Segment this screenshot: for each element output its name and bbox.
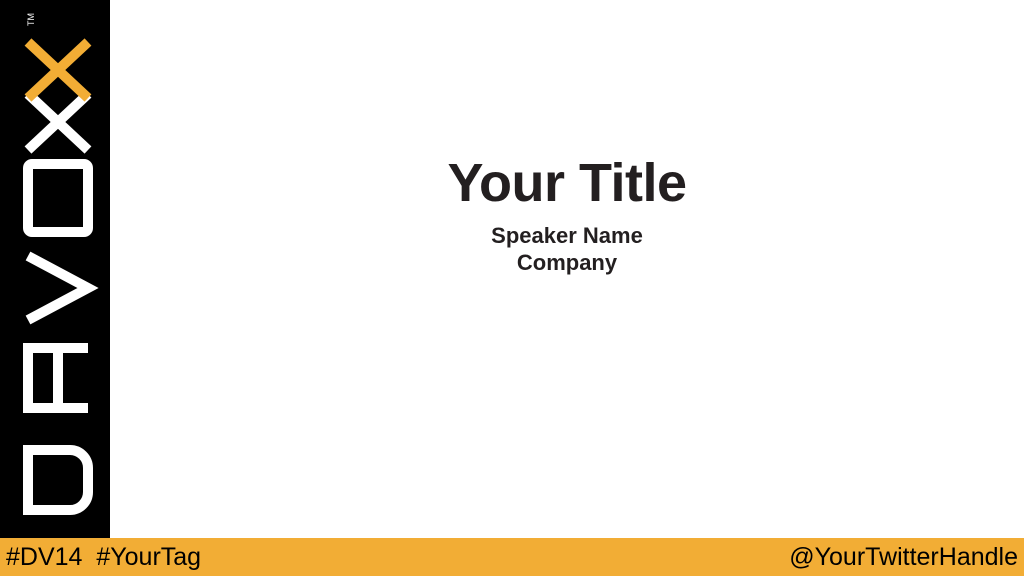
slide-content: Your Title Speaker Name Company [110,0,1024,538]
twitter-handle: @YourTwitterHandle [789,543,1018,571]
slide-title: Your Title [447,153,687,213]
event-hashtag: #DV14 [6,543,83,571]
logo-letter-e [23,343,88,413]
footer-bar: #DV14 #YourTag @YourTwitterHandle [0,538,1024,576]
logo-letter-x1 [24,90,92,154]
title-slide: TM Your Title Speaker Name Company #DV14… [0,0,1024,576]
logo-letter-x2 [24,38,92,102]
brand-sidebar: TM [0,0,110,538]
logo-letter-d [23,445,93,515]
speaker-name: Speaker Name [491,223,643,248]
company-name: Company [516,250,618,275]
devoxx-logo: TM [23,13,99,515]
trademark-mark: TM [26,13,36,26]
logo-letter-v [25,251,99,325]
custom-hashtag: #YourTag [96,543,202,571]
logo-letter-o [23,159,93,237]
footer-tags: #DV14 #YourTag [6,542,201,572]
